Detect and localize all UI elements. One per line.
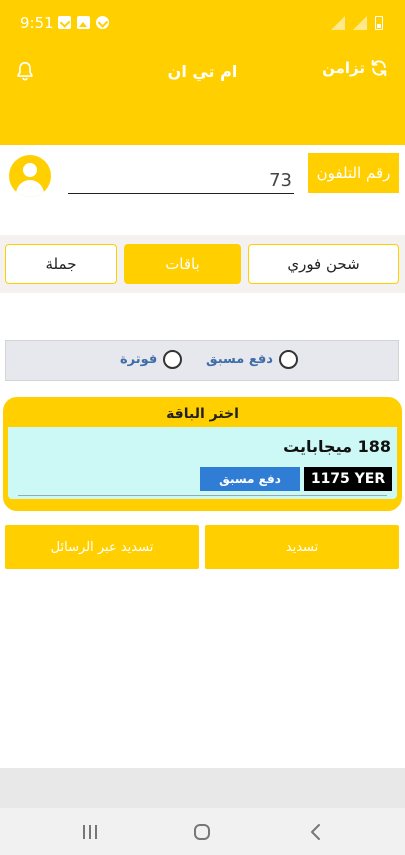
cell-signal-icon [353, 16, 367, 30]
wifi-signal-icon [331, 16, 345, 30]
tab-wholesale[interactable]: جملة [5, 244, 117, 284]
package-type-badge: دفع مسبق [200, 467, 300, 491]
system-icons [331, 16, 383, 30]
package-item[interactable]: 188 ميجابايت 1175 YER دفع مسبق [8, 427, 397, 499]
status-time: 9:51 [20, 14, 54, 32]
check-circle-notification-icon [96, 16, 109, 29]
notification-icons [58, 16, 109, 29]
radio-circle-icon[interactable] [163, 350, 183, 369]
sync-icon [371, 59, 387, 77]
pay-button[interactable]: تسديد [205, 525, 399, 569]
status-bar: 9:51 [0, 0, 405, 48]
check-notification-icon [58, 16, 71, 29]
sync-label: تزامن [322, 59, 365, 77]
user-avatar-icon [9, 155, 51, 197]
avatar-head [23, 163, 37, 177]
pay-via-sms-button[interactable]: تسديد عبر الرسائل [5, 525, 199, 569]
avatar-body [16, 180, 44, 197]
home-icon[interactable] [190, 822, 214, 842]
system-nav-bar [0, 808, 405, 855]
sync-button[interactable]: تزامن [322, 58, 389, 78]
package-card: اختر الباقة 188 ميجابايت 1175 YER دفع مس… [3, 397, 402, 511]
package-price: 1175 YER [304, 467, 392, 491]
radio-prepaid[interactable]: دفع مسبق [206, 350, 298, 369]
package-name: 188 ميجابايت [283, 437, 391, 456]
radio-postpaid-label: فوترة [120, 352, 158, 367]
package-divider [18, 495, 387, 496]
radio-circle-icon[interactable] [278, 350, 298, 369]
payment-type-selector: دفع مسبق فوترة [5, 340, 399, 381]
package-header: اختر الباقة [166, 406, 239, 422]
tabs-row: شحن فوري باقات جملة [0, 235, 405, 293]
app-bar: ام تي ان تزامن [0, 48, 405, 145]
battery-icon [375, 16, 383, 30]
tab-packages[interactable]: باقات [124, 244, 241, 284]
phone-number-label: رقم التلفون [308, 153, 399, 193]
bottom-strip [0, 768, 405, 808]
radio-postpaid[interactable]: فوترة [120, 350, 183, 369]
recents-icon[interactable] [78, 822, 102, 842]
image-notification-icon [77, 16, 90, 29]
phone-number-input[interactable] [68, 168, 294, 194]
tab-instant-topup[interactable]: شحن فوري [248, 244, 399, 284]
back-icon[interactable] [304, 822, 328, 842]
radio-prepaid-label: دفع مسبق [206, 352, 273, 367]
